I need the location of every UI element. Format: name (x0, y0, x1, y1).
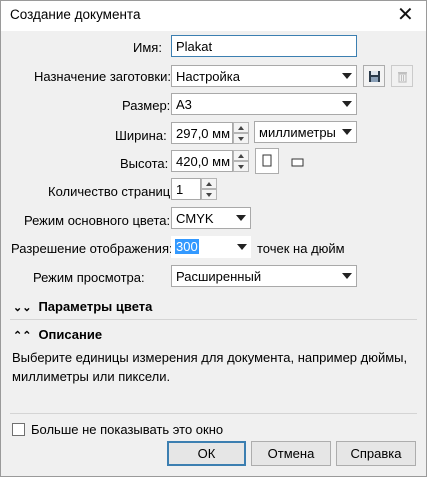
color-mode-label: Режим основного цвета: (24, 213, 171, 228)
size-value: А3 (176, 97, 192, 112)
color-mode-value: CMYK (176, 211, 214, 226)
increment-button[interactable] (233, 122, 249, 133)
units-select[interactable]: миллиметры (254, 121, 357, 143)
delete-preset-button[interactable] (391, 65, 413, 87)
pages-stepper[interactable] (201, 178, 217, 200)
preview-mode-select[interactable]: Расширенный (171, 265, 357, 287)
title-bar: Создание документа ✕ (1, 1, 426, 31)
chevron-down-icon (342, 73, 352, 79)
close-icon[interactable]: ✕ (397, 3, 414, 27)
double-chevron-up-icon: ⌃⌃ (13, 330, 32, 342)
chevron-down-icon (342, 129, 352, 135)
decrement-button[interactable] (201, 189, 217, 200)
divider (10, 413, 417, 414)
description-heading: Описание (38, 327, 103, 342)
landscape-button[interactable] (286, 151, 310, 173)
help-button[interactable]: Справка (336, 441, 416, 466)
dialog-title: Создание документа (10, 7, 141, 22)
decrement-button[interactable] (233, 161, 249, 172)
preset-value: Настройка (176, 69, 240, 84)
portrait-page-icon (262, 154, 272, 167)
decrement-button[interactable] (233, 133, 249, 144)
preview-mode-label: Режим просмотра: (33, 270, 145, 285)
preset-select[interactable]: Настройка (171, 65, 357, 87)
landscape-page-icon (291, 158, 304, 167)
chevron-down-icon (342, 273, 352, 279)
save-preset-button[interactable] (363, 65, 385, 87)
name-label: Имя: (133, 40, 162, 55)
resolution-label: Разрешение отображения: (11, 241, 173, 256)
portrait-button[interactable] (255, 148, 279, 174)
chevron-down-icon (237, 244, 247, 250)
resolution-select[interactable]: 300 (171, 236, 251, 258)
color-params-toggle[interactable]: ⌄⌄ Параметры цвета (13, 299, 152, 314)
create-document-dialog: Создание документа ✕ Имя: Plakat Назначе… (0, 0, 427, 477)
width-input[interactable]: 297,0 мм (171, 122, 233, 144)
width-stepper[interactable] (233, 122, 249, 144)
height-stepper[interactable] (233, 150, 249, 172)
units-value: миллиметры (259, 125, 336, 140)
dont-show-label: Больше не показывать это окно (31, 422, 224, 437)
preview-mode-value: Расширенный (176, 269, 262, 284)
chevron-down-icon (236, 215, 246, 221)
height-label: Высота: (120, 156, 169, 171)
double-chevron-down-icon: ⌄⌄ (13, 302, 32, 314)
trash-icon (398, 72, 407, 83)
description-text: Выберите единицы измерения для документа… (12, 350, 408, 384)
description-toggle[interactable]: ⌃⌃ Описание (13, 327, 102, 342)
divider (10, 319, 417, 320)
increment-button[interactable] (233, 150, 249, 161)
size-label: Размер: (122, 98, 171, 113)
cancel-button[interactable]: Отмена (251, 441, 331, 466)
chevron-down-icon (342, 101, 352, 107)
size-select[interactable]: А3 (171, 93, 357, 115)
width-label: Ширина: (115, 128, 167, 143)
resolution-unit-label: точек на дюйм (257, 241, 345, 256)
color-params-heading: Параметры цвета (38, 299, 153, 314)
pages-input[interactable]: 1 (171, 178, 201, 200)
floppy-disk-icon (369, 71, 380, 82)
dont-show-checkbox[interactable] (12, 423, 25, 436)
ok-button[interactable]: ОК (167, 441, 246, 466)
height-input[interactable]: 420,0 мм (171, 150, 233, 172)
pages-label: Количество страниц: (48, 184, 174, 199)
color-mode-select[interactable]: CMYK (171, 207, 251, 229)
resolution-value: 300 (175, 239, 199, 254)
preset-label: Назначение заготовки: (34, 69, 171, 84)
name-input[interactable]: Plakat (171, 35, 357, 57)
increment-button[interactable] (201, 178, 217, 189)
